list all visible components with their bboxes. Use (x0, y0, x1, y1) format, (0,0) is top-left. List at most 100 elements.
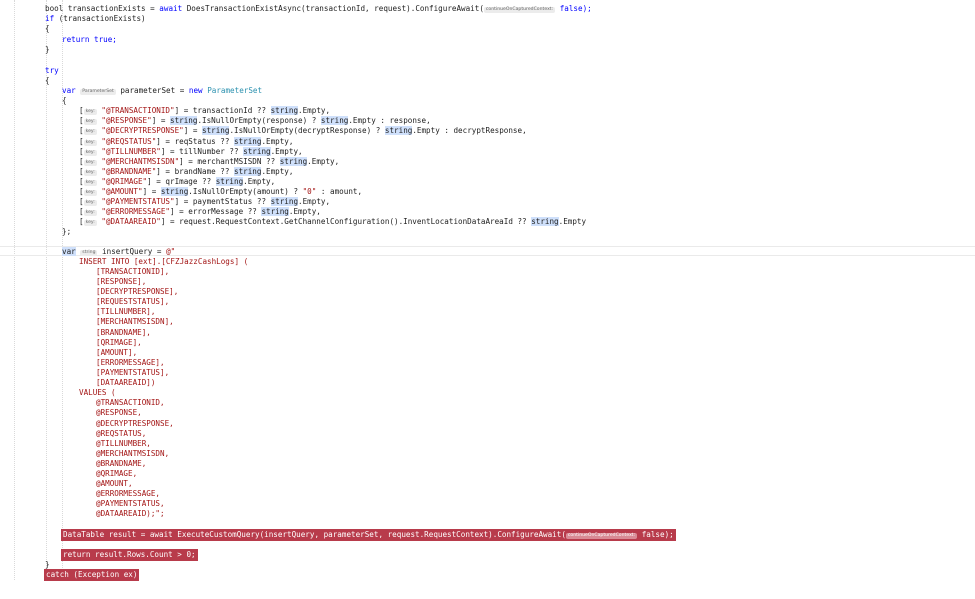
string-token: "@RESPONSE" (96, 116, 152, 125)
code-line: return true; (0, 35, 975, 45)
code-token: .IsNullOrEmpty(decryptResponse) ? (229, 126, 385, 135)
keyword-token: true; (89, 35, 117, 44)
inlay-hint: key: (83, 109, 97, 115)
string-token: @BRANDNAME, (96, 459, 147, 468)
code-line: [MERCHANTMSISDN], (0, 317, 975, 327)
keyword-token: string (234, 167, 262, 176)
string-token: "@TRANSACTIONID" (96, 106, 175, 115)
code-token: { (45, 76, 50, 85)
inlay-hint: key: (83, 180, 97, 186)
string-token: @DECRYPTRESPONSE, (96, 419, 174, 428)
code-line: [BRANDNAME], (0, 328, 975, 338)
code-line: [TRANSACTIONID], (0, 267, 975, 277)
inlay-hint: key: (83, 119, 97, 125)
code-token: ] = (151, 116, 171, 125)
code-line: @REQSTATUS, (0, 429, 975, 439)
code-editor[interactable]: bool transactionExists = await DoesTrans… (0, 0, 975, 581)
code-line: catch (Exception ex) (0, 569, 975, 581)
string-token: "@ERRORMESSAGE" (96, 207, 170, 216)
code-line: if (transactionExists) (0, 14, 975, 24)
type-token: ParameterSet (202, 86, 263, 95)
code-token: ] = merchantMSISDN ?? (179, 157, 280, 166)
code-line: { (0, 96, 975, 106)
keyword-token: var (62, 86, 76, 95)
code-line: [key: "@DATAAREAID"] = request.RequestCo… (79, 217, 587, 226)
code-line: @BRANDNAME, (0, 459, 975, 469)
string-token: @REQSTATUS, (96, 429, 147, 438)
string-token: VALUES ( (79, 388, 116, 397)
inlay-hint: key: (83, 190, 97, 196)
code-line: [key: "@MERCHANTMSISDN"] = merchantMSISD… (79, 157, 340, 166)
error-highlight: DataTable result = await ExecuteCustomQu… (61, 529, 676, 541)
code-token: .Empty, (288, 207, 321, 216)
code-token: .Empty, (298, 197, 331, 206)
keyword-token: string (270, 106, 299, 115)
inlay-hint: key: (83, 210, 97, 216)
code-line: var ParameterSet parameterSet = new Para… (0, 86, 975, 96)
string-token: "@QRIMAGE" (96, 177, 148, 186)
inlay-hint: key: (83, 140, 97, 146)
keyword-token: string (279, 157, 308, 166)
code-line: { (0, 24, 975, 34)
code-token: DataTable result = await ExecuteCustomQu… (63, 530, 566, 539)
code-token: .Empty, (243, 177, 276, 186)
keyword-token: string (261, 207, 289, 216)
string-token: @DATAAREAID);"; (96, 509, 165, 518)
string-token: [REQUESTSTATUS], (96, 297, 170, 306)
code-line: return result.Rows.Count > 0; (0, 549, 975, 561)
code-line: [DECRYPTRESPONSE], (0, 287, 975, 297)
string-token: "@MERCHANTMSISDN" (96, 157, 180, 166)
keyword-token: string (270, 197, 299, 206)
code-token: insertQuery = (97, 247, 167, 256)
code-line: @DATAAREAID);"; (0, 509, 975, 519)
code-line: @RESPONSE, (0, 408, 975, 418)
inlay-hint: continueOnCapturedContext: (565, 533, 638, 539)
code-line: [REQUESTSTATUS], (0, 297, 975, 307)
code-line: [PAYMENTSTATUS], (0, 368, 975, 378)
string-token: @RESPONSE, (96, 408, 142, 417)
keyword-token: false); (555, 4, 592, 13)
inlay-hint: key: (83, 200, 97, 206)
string-token: [TILLNUMBER], (96, 307, 156, 316)
string-token: [PAYMENTSTATUS], (96, 368, 170, 377)
current-line: var string insertQuery = @" (0, 246, 975, 256)
keyword-token: try (45, 66, 59, 75)
string-token: @" (166, 247, 176, 256)
inlay-hint: key: (83, 170, 97, 176)
string-token: INSERT INTO [ext].[CFZJazzCashLogs] ( (79, 257, 249, 266)
code-token: .Empty : response, (348, 116, 431, 125)
code-line: [key: "@PAYMENTSTATUS"] = paymentStatus … (79, 197, 331, 206)
string-token: @AMOUNT, (96, 479, 133, 488)
string-token: [ERRORMESSAGE], (96, 358, 165, 367)
code-token: .Empty, (270, 147, 303, 156)
string-token: "@BRANDNAME" (96, 167, 157, 176)
code-line: [TILLNUMBER], (0, 307, 975, 317)
code-line: VALUES ( (0, 388, 975, 398)
keyword-token: var (62, 247, 76, 256)
code-token: : amount, (316, 187, 363, 196)
string-token: @QRIMAGE, (96, 469, 138, 478)
keyword-token: string (531, 217, 559, 226)
code-line: [key: "@TRANSACTIONID"] = transactionId … (79, 106, 331, 115)
code-line: @DECRYPTRESPONSE, (0, 419, 975, 429)
code-line: @TRANSACTIONID, (0, 398, 975, 408)
code-token: bool transactionExists = (45, 4, 160, 13)
code-line: @QRIMAGE, (0, 469, 975, 479)
code-token: ] = brandName ?? (156, 167, 235, 176)
string-token: [AMOUNT], (96, 348, 138, 357)
code-line: } (0, 45, 975, 55)
code-line: [RESPONSE], (0, 277, 975, 287)
code-token: { (45, 24, 50, 33)
code-token: .Empty (558, 217, 587, 226)
code-line: [key: "@REQSTATUS"] = reqStatus ?? strin… (79, 137, 294, 146)
code-token: ] = transactionId ?? (174, 106, 271, 115)
error-highlight: catch (Exception ex) (44, 569, 140, 581)
code-token: .Empty, (307, 157, 340, 166)
code-line: [key: "@AMOUNT"] = string.IsNullOrEmpty(… (79, 187, 363, 196)
keyword-token: await (159, 4, 183, 13)
code-line: [key: "@BRANDNAME"] = brandName ?? strin… (79, 167, 294, 176)
string-token: @ERRORMESSAGE, (96, 489, 161, 498)
code-token: ] = qrImage ?? (147, 177, 216, 186)
code-line: }; (0, 227, 975, 237)
string-token: "@TILLNUMBER" (96, 147, 161, 156)
